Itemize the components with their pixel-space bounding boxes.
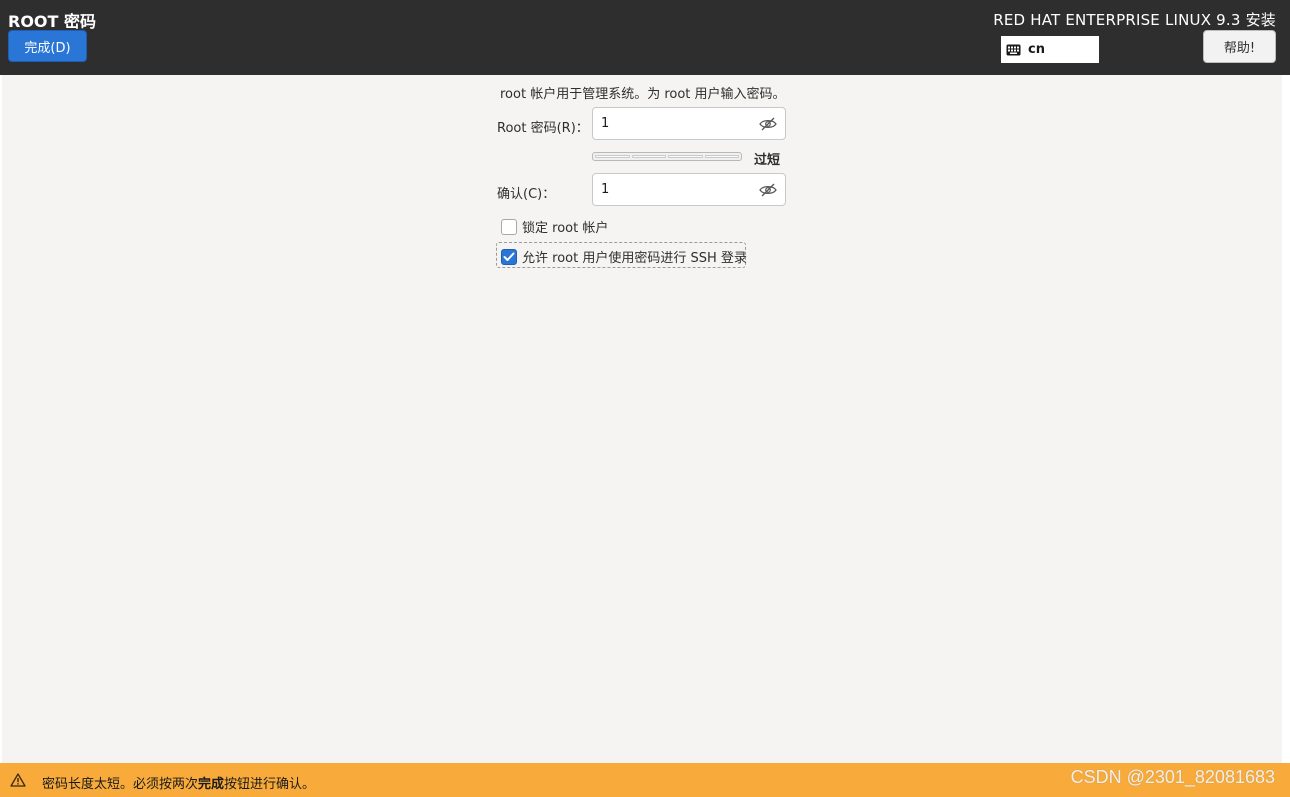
password-strength-label: 过短 (754, 153, 781, 168)
password-strength-bar (592, 152, 742, 161)
allow-ssh-checkbox[interactable] (501, 248, 517, 265)
eye-slash-icon[interactable] (759, 182, 777, 198)
spoke-title: ROOT 密码 (8, 12, 97, 31)
allow-ssh-checkbox-row[interactable]: 允许 root 用户使用密码进行 SSH 登录 (501, 247, 747, 266)
window-edge (1282, 75, 1290, 763)
warning-triangle-icon (10, 773, 26, 787)
warning-text-before: 密码长度太短。必须按两次 (42, 777, 199, 792)
confirm-password-value: 1 (601, 182, 610, 197)
strength-segment (668, 155, 703, 158)
confirm-password-label: 确认(C)： (497, 187, 556, 202)
root-password-field[interactable]: 1 (592, 107, 786, 140)
help-button[interactable]: 帮助! (1203, 30, 1276, 63)
keyboard-icon (1006, 44, 1021, 55)
warning-text-bold: 完成 (198, 777, 225, 792)
checkmark-icon (503, 252, 515, 261)
lock-root-checkbox[interactable] (501, 218, 517, 235)
product-title: RED HAT ENTERPRISE LINUX 9.3 安装 (993, 11, 1276, 29)
warning-message: 密码长度太短。必须按两次完成按钮进行确认。 (42, 773, 315, 792)
root-password-label: Root 密码(R)： (497, 121, 589, 136)
strength-segment (704, 155, 739, 158)
warning-text-after: 按钮进行确认。 (224, 777, 316, 792)
done-button[interactable]: 完成(D) (8, 30, 87, 62)
strength-segment (631, 155, 666, 158)
lock-root-checkbox-row[interactable]: 锁定 root 帐户 (501, 217, 608, 236)
warning-bar[interactable]: 密码长度太短。必须按两次完成按钮进行确认。 CSDN @2301_8208168… (0, 763, 1290, 797)
root-description: root 帐户用于管理系统。为 root 用户输入密码。 (500, 87, 786, 102)
strength-segment (595, 155, 630, 158)
spoke-content: root 帐户用于管理系统。为 root 用户输入密码。 Root 密码(R)：… (2, 75, 1282, 763)
header-bar: ROOT 密码 完成(D) RED HAT ENTERPRISE LINUX 9… (0, 0, 1290, 75)
allow-ssh-label: 允许 root 用户使用密码进行 SSH 登录 (522, 251, 747, 266)
watermark: CSDN @2301_82081683 (1070, 767, 1275, 787)
confirm-password-field[interactable]: 1 (592, 173, 786, 206)
lock-root-label: 锁定 root 帐户 (522, 221, 609, 236)
keyboard-layout-label: cn (1028, 42, 1045, 57)
root-password-value: 1 (601, 116, 610, 131)
keyboard-layout-indicator[interactable]: cn (1001, 36, 1099, 63)
eye-slash-icon[interactable] (759, 116, 777, 132)
